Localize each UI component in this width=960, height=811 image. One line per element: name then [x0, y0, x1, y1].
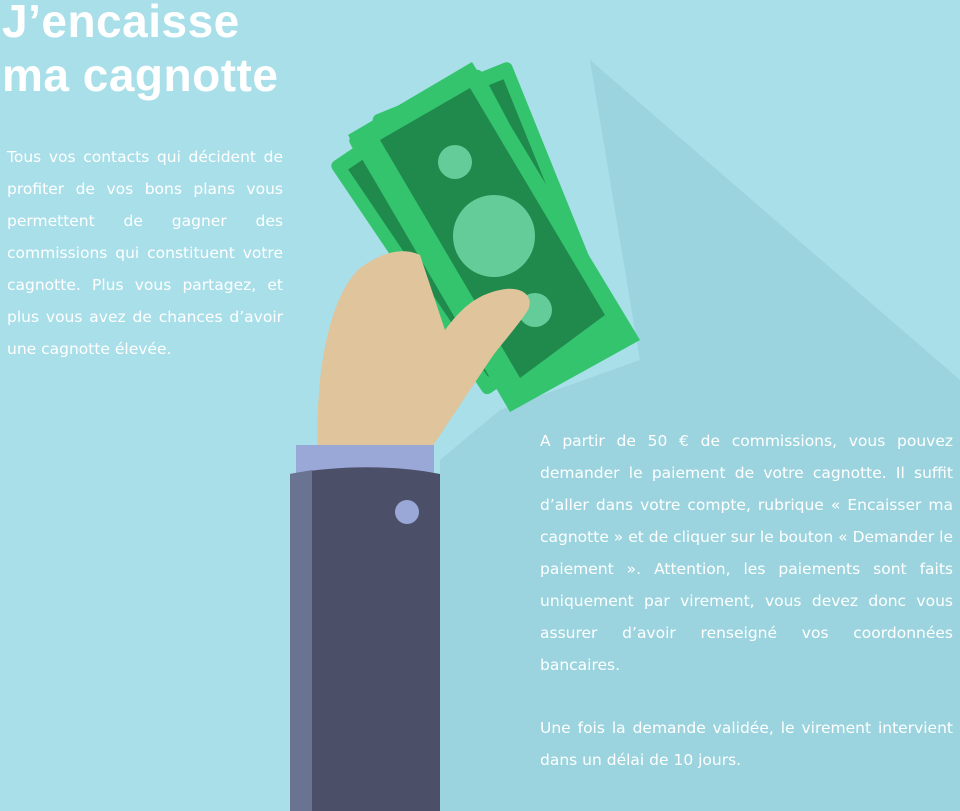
payment-paragraph: A partir de 50 € de commissions, vous po… — [540, 432, 953, 674]
hand-holding-cash-icon — [290, 60, 960, 811]
suit-sleeve — [290, 467, 440, 811]
delay-paragraph: Une fois la demande validée, le virement… — [540, 719, 953, 769]
cuff-button-icon — [395, 500, 419, 524]
